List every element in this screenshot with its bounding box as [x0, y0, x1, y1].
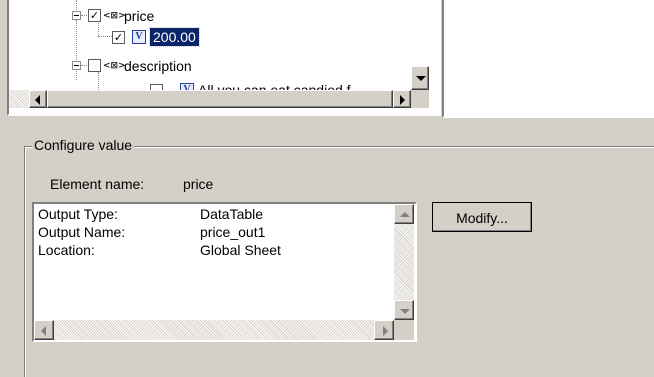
xml-element-icon: <⊠>	[103, 11, 126, 21]
value-icon: V	[180, 83, 194, 90]
xml-tree: ✓ <⊠> price ✓ V 200.00 <⊠> description V…	[9, 0, 413, 90]
configure-value-group-label: Configure value	[32, 136, 135, 154]
checkbox-price[interactable]: ✓	[88, 9, 101, 22]
tree-node-label: All you can eat candied f	[198, 82, 351, 90]
arrow-left-icon	[35, 95, 40, 105]
element-name-value: price	[183, 176, 214, 192]
tree-node-description-value[interactable]: V All you can eat candied f	[150, 82, 413, 90]
arrow-right-icon	[400, 95, 405, 105]
details-scroll-right-button[interactable]	[374, 320, 394, 340]
collapse-toggle-icon[interactable]	[72, 11, 81, 20]
detail-value-output-name: price_out1	[200, 224, 266, 240]
element-name-label: Element name:	[50, 176, 145, 192]
xml-element-icon: <⊠>	[103, 61, 126, 71]
arrow-left-icon	[41, 326, 46, 336]
selected-value-label: 200.00	[149, 27, 200, 47]
detail-value-output-type: DataTable	[200, 206, 264, 222]
modify-button-label: Modify...	[456, 210, 508, 226]
detail-key-output-name: Output Name:	[38, 224, 126, 240]
scroll-corner	[411, 90, 429, 108]
tree-connector	[81, 15, 87, 16]
tree-scroll-left-button[interactable]	[29, 90, 47, 108]
detail-value-location: Global Sheet	[200, 242, 281, 258]
tree-connector	[81, 65, 87, 66]
detail-key-location: Location:	[38, 242, 95, 258]
tree-node-description[interactable]: <⊠> description	[71, 58, 291, 76]
scroll-corner	[394, 320, 414, 340]
tree-connector	[98, 36, 112, 37]
tree-scroll-down-button[interactable]	[411, 66, 429, 90]
value-icon: V	[132, 30, 146, 44]
output-details-list: Output Type: DataTable Output Name: pric…	[34, 204, 394, 322]
tree-scroll-thumb[interactable]	[47, 90, 393, 108]
arrow-up-icon	[400, 212, 410, 217]
details-scroll-down-button[interactable]	[394, 300, 414, 320]
tree-node-label: description	[124, 58, 192, 74]
tree-node-label: price	[124, 8, 155, 24]
details-scroll-left-button[interactable]	[34, 320, 54, 340]
modify-button[interactable]: Modify...	[432, 202, 532, 232]
arrow-right-icon	[383, 326, 388, 336]
checkbox-price-value[interactable]: ✓	[112, 31, 125, 44]
checkbox-description[interactable]	[88, 59, 101, 72]
arrow-down-icon	[416, 76, 426, 81]
tree-scroll-right-button[interactable]	[393, 90, 411, 108]
side-panel	[442, 0, 654, 118]
collapse-toggle-icon[interactable]	[72, 61, 81, 70]
tree-node-price[interactable]: ✓ <⊠> price	[71, 8, 271, 26]
details-horizontal-scrollbar[interactable]	[34, 320, 394, 340]
tree-node-price-value[interactable]: ✓ V 200.00	[112, 27, 272, 48]
details-scroll-up-button[interactable]	[394, 204, 414, 224]
arrow-down-icon	[400, 309, 410, 314]
detail-key-output-type: Output Type:	[38, 206, 118, 222]
